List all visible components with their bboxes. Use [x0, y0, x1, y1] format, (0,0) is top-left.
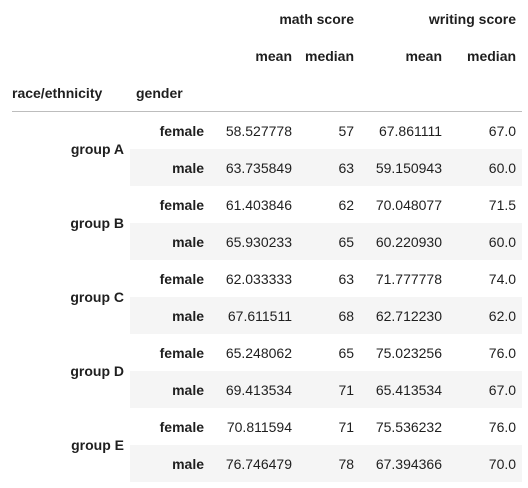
row-index-race: group E — [12, 408, 130, 482]
cell-math-median: 71 — [298, 371, 361, 408]
header-blank — [12, 37, 130, 74]
row-index-gender: male — [130, 445, 210, 482]
table-row: group C female 62.033333 63 71.777778 74… — [12, 260, 522, 334]
cell-math-median: 65 — [338, 344, 355, 361]
table-row: group D female 65.248062 65 75.023256 76… — [12, 334, 522, 408]
row-index-gender: male — [130, 297, 210, 334]
header-row-index-names: race/ethnicity gender — [12, 74, 523, 112]
table-row: group B female 61.403846 62 70.048077 71… — [12, 186, 522, 260]
cell-math-median: 65 — [298, 223, 361, 260]
column-group-writing-score: writing score — [428, 10, 517, 27]
header-blank — [130, 0, 210, 37]
cell-math-median: 62 — [338, 196, 355, 213]
row-index-gender: female — [159, 270, 204, 287]
header-blank — [210, 74, 298, 112]
cell-math-median: 78 — [298, 445, 361, 482]
grouped-stats-table: math score writing score mean median mea… — [12, 0, 523, 482]
table-row: group E female 70.811594 71 75.536232 76… — [12, 408, 522, 482]
header-blank — [12, 0, 130, 37]
cell-math-mean: 67.611511 — [210, 297, 298, 334]
cell-writing-mean: 59.150943 — [360, 149, 449, 186]
row-index-race: group C — [12, 260, 130, 334]
header-blank — [130, 37, 210, 74]
header-blank — [360, 74, 449, 112]
cell-writing-mean: 67.394366 — [360, 445, 449, 482]
column-header-writing-mean: mean — [405, 47, 443, 64]
cell-writing-median: 67.0 — [448, 371, 523, 408]
header-row-sub-columns: mean median mean median — [12, 37, 522, 74]
cell-writing-mean: 67.861111 — [378, 122, 443, 139]
cell-writing-median: 70.0 — [448, 445, 523, 482]
cell-math-mean: 65.930233 — [210, 223, 298, 260]
cell-math-mean: 70.811594 — [226, 418, 292, 435]
cell-writing-mean: 75.023256 — [375, 344, 443, 361]
row-index-gender: female — [159, 418, 204, 435]
row-index-gender: male — [130, 371, 210, 408]
cell-math-mean: 63.735849 — [210, 149, 298, 186]
cell-math-median: 71 — [338, 418, 355, 435]
row-index-gender: female — [159, 344, 204, 361]
cell-math-mean: 61.403846 — [225, 196, 292, 213]
column-group-math-score: math score — [279, 10, 355, 27]
header-blank — [298, 74, 361, 112]
cell-writing-mean: 71.777778 — [375, 270, 443, 287]
cell-math-median: 68 — [298, 297, 361, 334]
cell-writing-median: 67.0 — [488, 122, 517, 139]
cell-math-median: 63 — [338, 270, 355, 287]
row-index-race: group B — [12, 186, 130, 260]
header-blank — [448, 74, 523, 112]
column-header-math-median: median — [305, 47, 355, 64]
table-body: group A female 58.527778 57 67.861111 67… — [12, 111, 523, 482]
cell-writing-median: 62.0 — [448, 297, 523, 334]
cell-writing-mean: 70.048077 — [375, 196, 443, 213]
cell-math-median: 57 — [338, 122, 355, 139]
cell-writing-mean: 62.712230 — [360, 297, 449, 334]
cell-writing-median: 60.0 — [448, 149, 523, 186]
column-header-writing-median: median — [467, 47, 517, 64]
cell-writing-mean: 75.536232 — [375, 418, 443, 435]
cell-writing-mean: 60.220930 — [360, 223, 449, 260]
table-header: math score writing score mean median mea… — [12, 0, 523, 112]
row-index-gender: male — [130, 223, 210, 260]
cell-math-median: 63 — [298, 149, 361, 186]
row-index-gender: female — [159, 196, 204, 213]
cell-writing-median: 71.5 — [488, 196, 517, 213]
row-index-gender: male — [130, 149, 210, 186]
index-name-race-ethnicity: race/ethnicity — [12, 74, 130, 112]
cell-math-mean: 58.527778 — [225, 122, 292, 139]
column-header-math-mean: mean — [255, 47, 292, 64]
index-name-gender: gender — [130, 74, 210, 112]
cell-math-mean: 62.033333 — [225, 270, 292, 287]
cell-writing-median: 76.0 — [488, 344, 517, 361]
row-index-race: group A — [12, 111, 130, 186]
header-row-column-groups: math score writing score — [12, 0, 522, 37]
cell-writing-median: 60.0 — [448, 223, 523, 260]
cell-math-mean: 69.413534 — [210, 371, 298, 408]
cell-writing-mean: 65.413534 — [360, 371, 449, 408]
row-index-race: group D — [12, 334, 130, 408]
table-row: group A female 58.527778 57 67.861111 67… — [12, 111, 522, 186]
cell-math-mean: 65.248062 — [225, 344, 292, 361]
dataframe-output: math score writing score mean median mea… — [0, 0, 528, 488]
row-index-gender: female — [159, 122, 204, 139]
cell-writing-median: 76.0 — [488, 418, 517, 435]
cell-math-mean: 76.746479 — [210, 445, 298, 482]
cell-writing-median: 74.0 — [488, 270, 517, 287]
